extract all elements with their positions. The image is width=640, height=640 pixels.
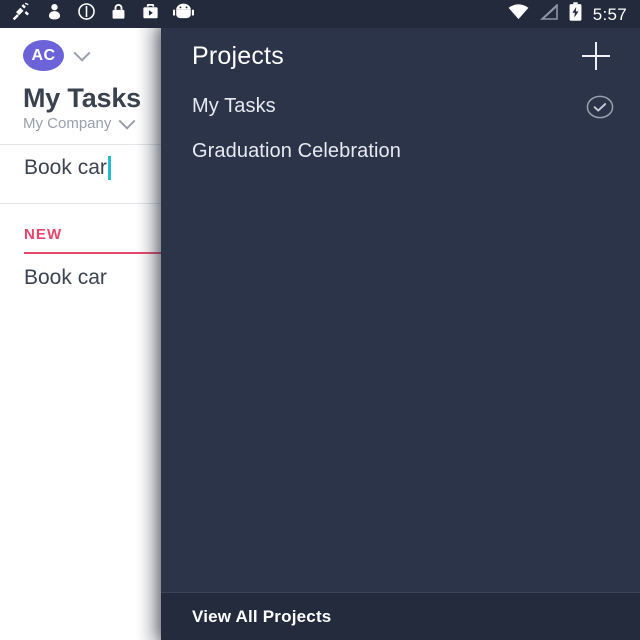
view-all-projects-button[interactable]: View All Projects (161, 592, 640, 640)
task-compose-value: Book car (24, 156, 107, 179)
section-header-new: NEW (24, 226, 63, 243)
organization-name: My Company (23, 115, 112, 132)
battery-charging-icon (569, 2, 582, 26)
add-project-button[interactable] (580, 40, 612, 72)
cell-signal-off-icon (539, 2, 558, 25)
status-bar: 5:57 (0, 0, 640, 28)
drawer-item-graduation-celebration[interactable]: Graduation Celebration (161, 129, 640, 174)
drawer-item-label: My Tasks (192, 95, 276, 117)
satellite-gps-icon (11, 1, 32, 27)
drawer-header: Projects (161, 28, 640, 84)
organization-row[interactable]: My Company (0, 112, 161, 132)
user-badge-icon (45, 2, 64, 26)
avatar[interactable]: AC (23, 40, 64, 71)
chevron-down-icon[interactable] (73, 44, 91, 62)
wifi-icon (508, 3, 529, 25)
account-row[interactable]: AC (0, 28, 161, 71)
work-briefcase-icon (141, 2, 160, 26)
drawer-item-label: Graduation Celebration (192, 140, 401, 162)
text-caret (107, 156, 111, 180)
app-screen: 5:57 AC My Tasks My Company Book car NEW… (0, 0, 640, 640)
page-title: My Tasks (23, 83, 141, 113)
list-item[interactable]: Book car (0, 254, 161, 302)
status-bar-clock: 5:57 (592, 4, 627, 24)
view-all-projects-label: View All Projects (192, 606, 332, 626)
check-circle-icon (586, 95, 614, 119)
android-robot-icon (173, 2, 194, 26)
lock-icon (109, 2, 128, 26)
background-app-panel: AC My Tasks My Company Book car NEW Book… (0, 28, 161, 640)
info-circle-icon (77, 2, 96, 26)
chevron-down-icon[interactable] (118, 112, 136, 130)
drawer-item-my-tasks[interactable]: My Tasks (161, 84, 640, 129)
projects-drawer: Projects My Tasks Graduation Celebration… (161, 28, 640, 640)
status-bar-left-icons (0, 1, 194, 27)
task-compose-input[interactable]: Book car (0, 145, 161, 191)
status-bar-right-icons: 5:57 (508, 2, 640, 26)
drawer-title: Projects (192, 41, 284, 70)
task-name: Book car (24, 266, 107, 289)
